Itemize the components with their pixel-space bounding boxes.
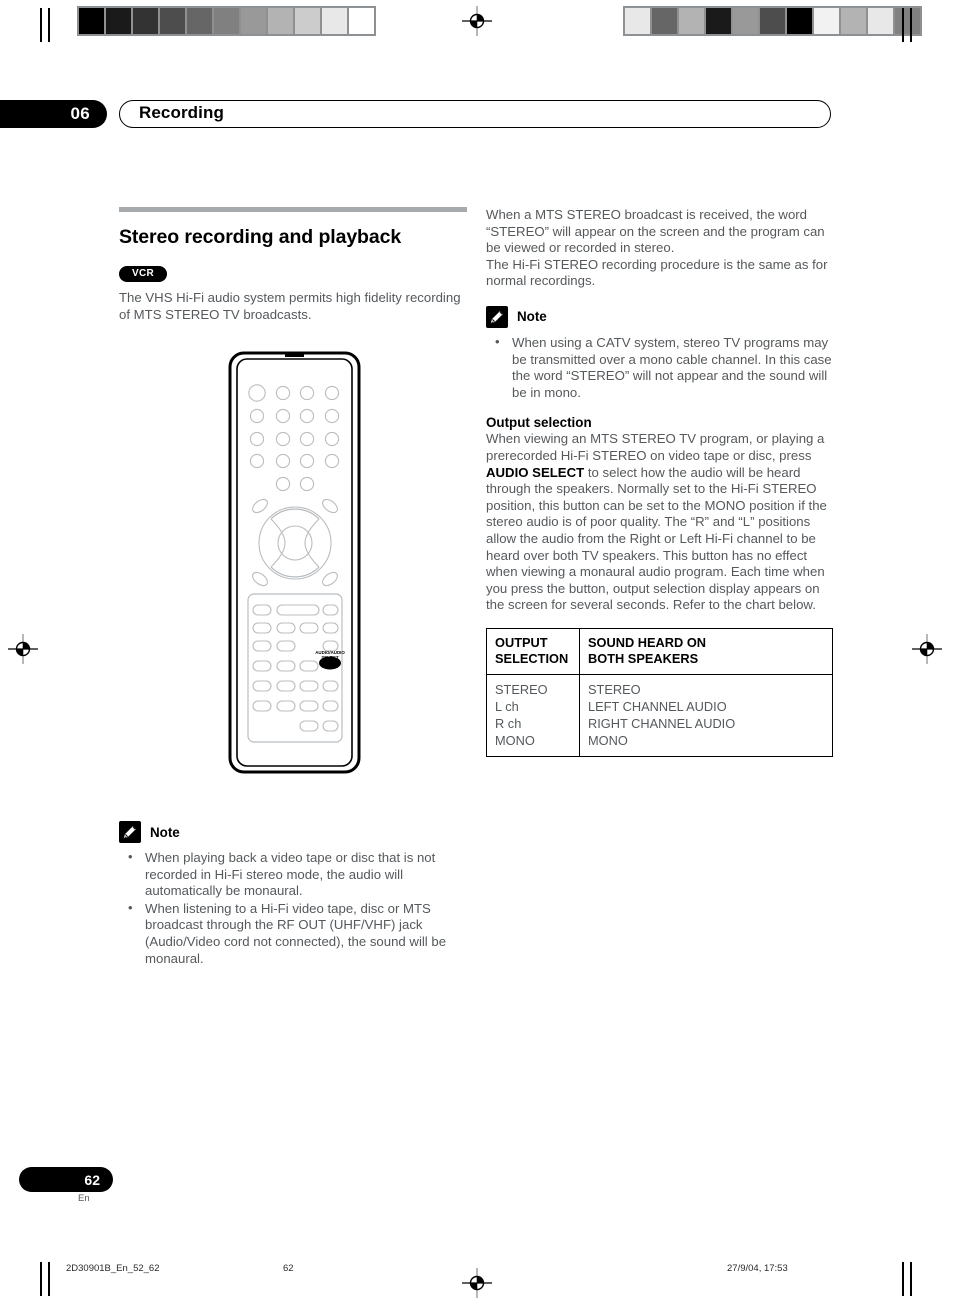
calibration-swatch-0 xyxy=(79,8,104,34)
pencil-icon xyxy=(486,305,508,328)
registration-target-top xyxy=(462,6,492,36)
left-column: Stereo recording and playback VCR The VH… xyxy=(119,207,467,335)
chapter-number: 06 xyxy=(70,104,90,123)
right-note-list: When using a CATV system, stereo TV prog… xyxy=(486,334,834,401)
crop-mark-top-right xyxy=(896,8,922,42)
chapter-number-badge: 06 xyxy=(0,100,107,128)
output-selection-paragraph: When viewing an MTS STEREO TV program, o… xyxy=(486,431,834,614)
calibration-swatch-1 xyxy=(652,8,677,34)
device-tag-vcr: VCR xyxy=(119,266,168,282)
right-paragraph-2: The Hi-Fi STEREO recording procedure is … xyxy=(486,256,828,289)
list-item: When listening to a Hi-Fi video tape, di… xyxy=(119,900,467,967)
registration-target-left xyxy=(8,634,38,664)
section-title: Stereo recording and playback xyxy=(119,226,402,248)
print-footer-date: 27/9/04, 17:53 xyxy=(727,1263,788,1274)
list-item: When playing back a video tape or disc t… xyxy=(119,849,467,900)
output-selection-text-after: to select how the audio will be heard th… xyxy=(486,464,827,613)
print-footer-page: 62 xyxy=(283,1263,294,1274)
cell-value: MONO xyxy=(495,732,535,748)
page-language-code: En xyxy=(78,1193,90,1204)
cell-value: LEFT CHANNEL AUDIO xyxy=(588,698,727,714)
left-note-block: Note When playing back a video tape or d… xyxy=(119,805,467,968)
cell-value: R ch xyxy=(495,715,522,731)
output-selection-heading: Output selection xyxy=(486,415,592,431)
calibration-swatch-2 xyxy=(133,8,158,34)
note-heading: Note xyxy=(486,305,834,328)
grayscale-calibration-bar-left xyxy=(77,6,376,36)
output-selection-text-before: When viewing an MTS STEREO TV program, o… xyxy=(486,431,825,463)
pencil-icon xyxy=(119,821,141,843)
calibration-swatch-6 xyxy=(787,8,812,34)
calibration-swatch-1 xyxy=(106,8,131,34)
calibration-swatch-6 xyxy=(241,8,266,34)
header-line-2: SELECTION xyxy=(495,650,569,666)
right-column: When a MTS STEREO broadcast is received,… xyxy=(486,207,834,757)
cell-value: L ch xyxy=(495,698,519,714)
calibration-swatch-10 xyxy=(349,8,374,34)
table-header-cell-sound-heard: SOUND HEARD ON BOTH SPEAKERS xyxy=(579,627,833,675)
note-label: Note xyxy=(150,824,180,840)
page-number: 62 xyxy=(84,1171,100,1188)
calibration-swatch-2 xyxy=(679,8,704,34)
section-rule xyxy=(119,207,467,212)
cell-value: RIGHT CHANNEL AUDIO xyxy=(588,715,736,731)
crop-mark-top-left xyxy=(34,8,60,42)
calibration-swatch-8 xyxy=(841,8,866,34)
table-cell-sound-values: STEREO LEFT CHANNEL AUDIO RIGHT CHANNEL … xyxy=(579,673,833,757)
crop-mark-bottom-right xyxy=(896,1262,922,1296)
left-note-list: When playing back a video tape or disc t… xyxy=(119,849,467,967)
table-cell-selection-values: STEREO L ch R ch MONO xyxy=(486,673,580,757)
right-paragraph-1: When a MTS STEREO broadcast is received,… xyxy=(486,207,825,256)
running-head-pill xyxy=(119,100,831,128)
note-label: Note xyxy=(517,309,547,325)
calibration-swatch-3 xyxy=(706,8,731,34)
registration-target-right xyxy=(912,634,942,664)
cell-value: STEREO xyxy=(495,681,548,697)
page-title: Recording xyxy=(139,103,224,122)
intro-paragraph: The VHS Hi-Fi audio system permits high … xyxy=(119,290,461,322)
calibration-swatch-0 xyxy=(625,8,650,34)
grayscale-calibration-bar-right xyxy=(623,6,922,36)
table-header-cell-output-selection: OUTPUT SELECTION xyxy=(486,627,580,675)
calibration-swatch-7 xyxy=(268,8,293,34)
calibration-swatch-9 xyxy=(322,8,347,34)
calibration-swatch-8 xyxy=(295,8,320,34)
header-line-2: BOTH SPEAKERS xyxy=(588,650,699,666)
table-row: STEREO L ch R ch MONO STEREO LEFT CHANNE… xyxy=(486,673,833,757)
calibration-swatch-4 xyxy=(733,8,758,34)
crop-mark-bottom-left xyxy=(34,1262,60,1296)
remote-control-illustration: AUDIO/AUDIOSELECT xyxy=(228,351,361,774)
print-footer-filename: 2D30901B_En_52_62 xyxy=(66,1263,160,1274)
audio-select-term: AUDIO SELECT xyxy=(486,464,585,480)
calibration-swatch-5 xyxy=(760,8,785,34)
header-line-1: SOUND HEARD ON xyxy=(588,634,707,650)
output-selection-table: OUTPUT SELECTION SOUND HEARD ON BOTH SPE… xyxy=(486,627,833,757)
calibration-swatch-3 xyxy=(160,8,185,34)
calibration-swatch-9 xyxy=(868,8,893,34)
list-item: When using a CATV system, stereo TV prog… xyxy=(486,334,834,401)
calibration-swatch-7 xyxy=(814,8,839,34)
calibration-swatch-4 xyxy=(187,8,212,34)
cell-value: MONO xyxy=(588,732,628,748)
note-heading: Note xyxy=(119,821,467,843)
header-line-1: OUTPUT xyxy=(495,634,548,650)
page-number-badge: 62 xyxy=(19,1167,113,1192)
registration-target-bottom xyxy=(462,1268,492,1298)
calibration-swatch-5 xyxy=(214,8,239,34)
table-header-row: OUTPUT SELECTION SOUND HEARD ON BOTH SPE… xyxy=(486,627,833,675)
cell-value: STEREO xyxy=(588,681,641,697)
